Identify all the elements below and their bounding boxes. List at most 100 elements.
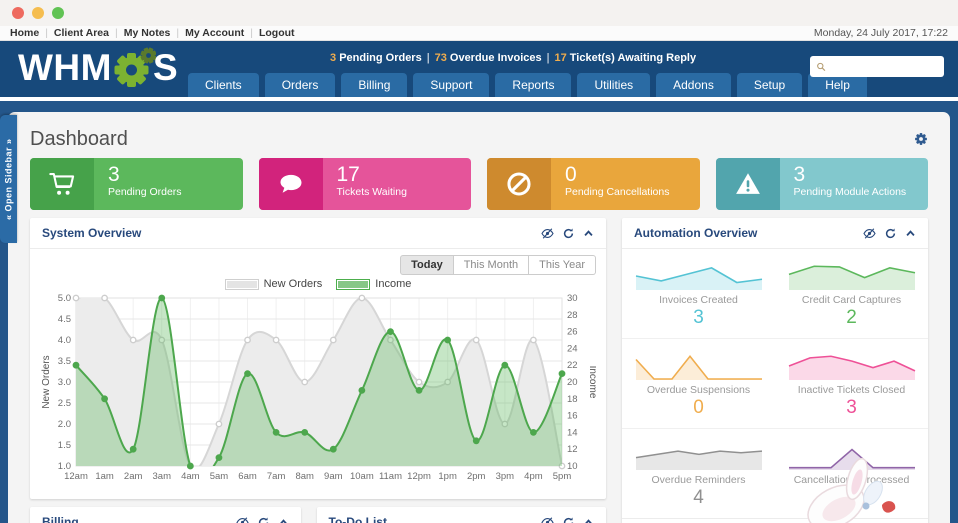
legend-swatch-new-orders (225, 279, 259, 290)
nav-tab-support[interactable]: Support (413, 73, 489, 97)
main-header: WHM S (0, 41, 958, 97)
refresh-panel-icon[interactable] (563, 517, 574, 523)
hide-panel-eye-slash-icon[interactable] (236, 517, 249, 523)
dashboard-content: Dashboard (8, 112, 950, 523)
automation-stat-value: 3 (630, 307, 767, 329)
svg-text:1am: 1am (95, 471, 114, 482)
hide-panel-eye-slash-icon[interactable] (541, 517, 554, 523)
refresh-panel-icon[interactable] (885, 228, 896, 239)
svg-text:4pm: 4pm (524, 471, 543, 482)
stat-card-pending-orders[interactable]: 3 Pending Orders (30, 158, 243, 210)
stat-card-tickets-waiting[interactable]: 17 Tickets Waiting (259, 158, 472, 210)
stat-cards-row: 3 Pending Orders 17 Tickets Waiting (30, 158, 928, 210)
nav-tab-clients[interactable]: Clients (188, 73, 259, 97)
overdue-suspensions-sparkline (633, 347, 765, 381)
alert-overdue-invoices[interactable]: 73 Overdue Invoices (435, 52, 542, 64)
refresh-panel-icon[interactable] (563, 228, 574, 239)
range-button-this-month[interactable]: This Month (454, 255, 529, 275)
svg-text:24: 24 (567, 343, 578, 354)
alert-pending-orders[interactable]: 3 Pending Orders (330, 52, 422, 64)
separator: | (45, 27, 48, 39)
separator: | (547, 52, 550, 64)
panel-title: System Overview (42, 226, 141, 240)
hide-panel-eye-slash-icon[interactable] (541, 228, 554, 239)
collapse-panel-chevron-up-icon[interactable] (278, 517, 289, 523)
svg-text:8am: 8am (295, 471, 314, 482)
svg-text:4.5: 4.5 (58, 314, 71, 325)
hide-panel-eye-slash-icon[interactable] (863, 228, 876, 239)
notification-bar: 3 Pending Orders|73 Overdue Invoices|17 … (330, 52, 696, 64)
nav-tab-billing[interactable]: Billing (341, 73, 407, 97)
main-nav: Clients Orders Billing Support Reports U… (188, 73, 867, 97)
topbar-link-client-area[interactable]: Client Area (54, 27, 109, 39)
topbar-link-logout[interactable]: Logout (259, 27, 295, 39)
logo-text-prefix: WHM (18, 47, 112, 89)
automation-stat-label: Overdue Reminders (630, 474, 767, 486)
admin-search (810, 56, 944, 77)
window-minimize-button[interactable] (32, 7, 44, 19)
nav-tab-setup[interactable]: Setup (737, 73, 802, 97)
separator: | (176, 27, 179, 39)
system-overview-panel: System Overview (30, 218, 606, 499)
automation-stat-credit-card-captures: Credit Card Captures 2 (775, 249, 928, 339)
stat-label: Tickets Waiting (337, 186, 407, 198)
dashboard-settings-gear-icon[interactable] (914, 132, 928, 146)
svg-text:12: 12 (567, 444, 578, 455)
legend-swatch-income (336, 279, 370, 290)
nav-tab-utilities[interactable]: Utilities (577, 73, 650, 97)
svg-text:6am: 6am (238, 471, 257, 482)
svg-text:18: 18 (567, 394, 578, 405)
svg-text:12pm: 12pm (407, 471, 431, 482)
credit-card-captures-sparkline (786, 257, 918, 291)
svg-text:1.5: 1.5 (58, 440, 71, 451)
topbar-link-my-account[interactable]: My Account (185, 27, 244, 39)
collapse-panel-chevron-up-icon[interactable] (905, 228, 916, 239)
search-icon (816, 61, 827, 73)
open-sidebar-tab[interactable]: « Open Sidebar » (0, 115, 17, 243)
svg-text:2am: 2am (124, 471, 143, 482)
svg-text:4.0: 4.0 (58, 335, 71, 346)
logo-text-suffix: S (153, 47, 178, 89)
collapse-panel-chevron-up-icon[interactable] (583, 228, 594, 239)
chart-range-button-group: Today This Month This Year (400, 255, 596, 275)
automation-stat-label: Inactive Tickets Closed (783, 384, 920, 396)
stat-label: Pending Cancellations (565, 186, 670, 198)
collapse-panel-chevron-up-icon[interactable] (583, 517, 594, 523)
window-close-button[interactable] (12, 7, 24, 19)
billing-panel: Billing (30, 507, 301, 523)
system-overview-chart: 1.01.52.02.53.03.54.04.55.01012141618202… (40, 292, 596, 490)
refresh-panel-icon[interactable] (258, 517, 269, 523)
automation-stat-overdue-reminders: Overdue Reminders 4 (622, 429, 775, 518)
alert-tickets-awaiting-reply[interactable]: 17 Ticket(s) Awaiting Reply (554, 52, 696, 64)
nav-tab-addons[interactable]: Addons (656, 73, 731, 97)
whmcs-admin-window: Home | Client Area | My Notes | My Accou… (0, 0, 958, 523)
svg-text:2pm: 2pm (467, 471, 486, 482)
stat-value: 3 (794, 164, 907, 186)
svg-text:4am: 4am (181, 471, 200, 482)
automation-stat-label: Credit Card Captures (783, 294, 920, 306)
svg-text:7am: 7am (267, 471, 286, 482)
window-zoom-button[interactable] (52, 7, 64, 19)
svg-text:3pm: 3pm (496, 471, 515, 482)
overdue-reminders-sparkline (633, 437, 765, 471)
topbar-link-my-notes[interactable]: My Notes (124, 27, 171, 39)
legend-label: Income (375, 278, 411, 290)
svg-text:3.0: 3.0 (58, 377, 71, 388)
automation-stat-label: Invoices Created (630, 294, 767, 306)
ban-icon (505, 170, 533, 198)
topbar-link-home[interactable]: Home (10, 27, 39, 39)
stat-card-pending-module-actions[interactable]: 3 Pending Module Actions (716, 158, 929, 210)
nav-tab-reports[interactable]: Reports (495, 73, 571, 97)
svg-text:10am: 10am (350, 471, 374, 482)
automation-overview-panel: Automation Overview Invoices Created (622, 218, 928, 523)
stat-card-pending-cancellations[interactable]: 0 Pending Cancellations (487, 158, 700, 210)
panel-title: To-Do List (329, 515, 387, 523)
whmcs-logo[interactable]: WHM S (18, 47, 178, 89)
range-button-this-year[interactable]: This Year (529, 255, 596, 275)
nav-tab-orders[interactable]: Orders (265, 73, 336, 97)
window-titlebar (0, 0, 958, 26)
svg-text:2.0: 2.0 (58, 419, 71, 430)
search-input[interactable] (831, 61, 938, 73)
range-button-today[interactable]: Today (400, 255, 454, 275)
warning-triangle-icon (733, 170, 763, 198)
